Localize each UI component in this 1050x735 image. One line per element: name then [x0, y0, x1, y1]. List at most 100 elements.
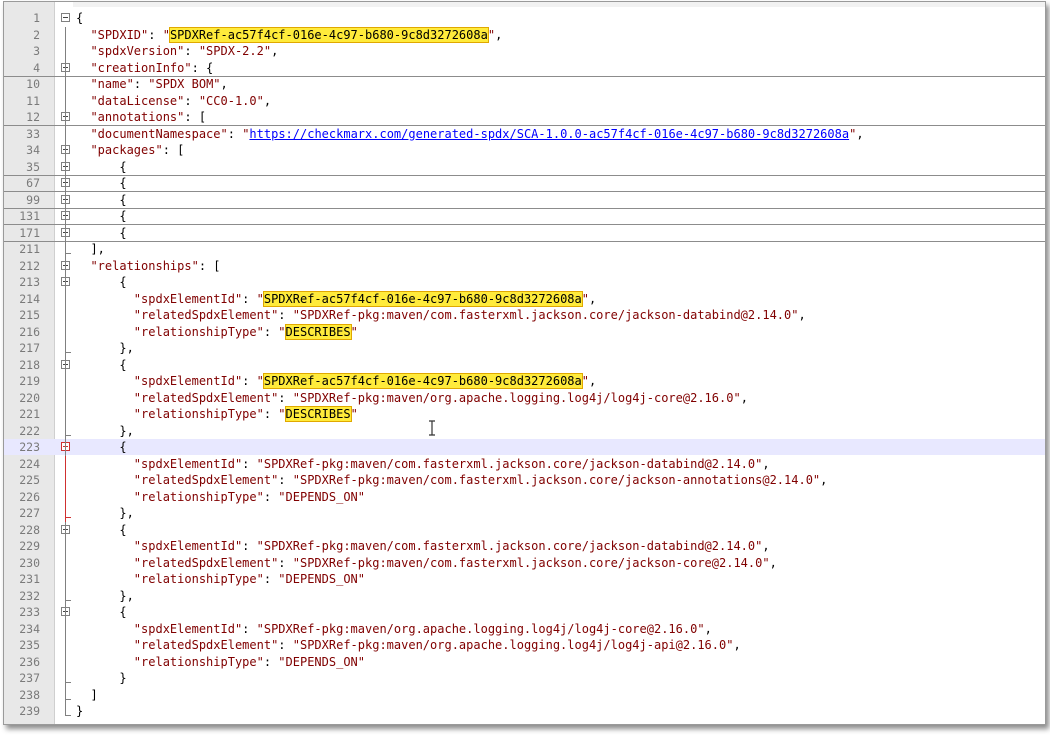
code-line[interactable]: 35 { — [4, 159, 1045, 176]
code-token: } — [76, 671, 127, 685]
code-text: "spdxElementId": "SPDXRef-pkg:maven/com.… — [76, 456, 770, 472]
code-line[interactable]: 216 "relationshipType": "DESCRIBES" — [4, 323, 1045, 340]
line-number: 3 — [33, 44, 40, 58]
fold-guide-line — [65, 356, 66, 373]
fold-guide-line — [65, 158, 66, 175]
fold-guide-line — [65, 43, 66, 60]
code-token: { — [76, 275, 127, 289]
fold-guide-line — [65, 92, 66, 109]
code-line[interactable]: 219 "spdxElementId": "SPDXRef-ac57f4cf-0… — [4, 373, 1045, 389]
line-number: 216 — [19, 324, 40, 339]
code-line[interactable]: 33 "documentNamespace": "https://checkma… — [4, 126, 1045, 142]
code-line[interactable]: 220 "relatedSpdxElement": "SPDXRef-pkg:m… — [4, 390, 1045, 406]
code-line[interactable]: 218 { — [4, 357, 1045, 373]
code-text: }, — [76, 505, 133, 521]
code-line[interactable]: 228 { — [4, 522, 1045, 538]
code-token: : — [278, 473, 293, 487]
search-highlight: SPDXRef-ac57f4cf-016e-4c97-b680-9c8d3272… — [262, 373, 583, 389]
code-line[interactable]: 226 "relationshipType": "DEPENDS_ON" — [4, 489, 1045, 505]
code-token: " — [581, 374, 589, 388]
line-number: 234 — [19, 621, 40, 636]
fold-guide-line — [65, 109, 66, 126]
code-token: : [ — [184, 110, 207, 124]
code-token: , — [588, 374, 597, 388]
code-line[interactable]: 12 "annotations": [ — [4, 109, 1045, 126]
code-line[interactable]: 131 { — [4, 208, 1045, 225]
url-link[interactable]: https://checkmarx.com/generated-spdx/SCA… — [249, 127, 849, 141]
code-line[interactable]: 235 "relatedSpdxElement": "SPDXRef-pkg:m… — [4, 637, 1045, 653]
code-line[interactable]: 222 }, — [4, 423, 1045, 439]
code-text: "spdxElementId": "SPDXRef-pkg:maven/com.… — [76, 538, 770, 554]
code-line[interactable]: 1{ — [4, 10, 1045, 26]
code-text: "relationshipType": "DESCRIBES" — [76, 406, 358, 422]
code-line[interactable]: 211 ], — [4, 241, 1045, 257]
code-text: "relatedSpdxElement": "SPDXRef-pkg:maven… — [76, 637, 741, 653]
code-line[interactable]: 3 "spdxVersion": "SPDX-2.2", — [4, 43, 1045, 59]
code-line[interactable]: 234 "spdxElementId": "SPDXRef-pkg:maven/… — [4, 621, 1045, 637]
code-line[interactable]: 10 "name": "SPDX BOM", — [4, 76, 1045, 92]
code-line[interactable]: 4 "creationInfo": { — [4, 60, 1045, 77]
code-line[interactable]: 214 "spdxElementId": "SPDXRef-ac57f4cf-0… — [4, 290, 1045, 307]
code-token: : — [148, 27, 163, 42]
code-line[interactable]: 67 { — [4, 175, 1045, 192]
code-token: "relationshipType" — [133, 324, 264, 339]
code-line[interactable]: 2 "SPDXID": "SPDXRef-ac57f4cf-016e-4c97-… — [4, 26, 1045, 43]
fold-collapse-icon[interactable] — [61, 13, 70, 22]
line-number: 11 — [26, 93, 40, 108]
toolbar-edge — [4, 2, 1045, 7]
code-line[interactable]: 215 "relatedSpdxElement": "SPDXRef-pkg:m… — [4, 307, 1045, 323]
code-line[interactable]: 238 ] — [4, 687, 1045, 703]
line-number: 131 — [19, 209, 40, 223]
fold-guide-line — [65, 422, 66, 439]
code-token: { — [76, 176, 127, 190]
code-token: "relationshipType" — [133, 407, 264, 421]
code-token: "dataLicense" — [90, 93, 185, 108]
code-line[interactable]: 230 "relatedSpdxElement": "SPDXRef-pkg:m… — [4, 555, 1045, 571]
code-line[interactable]: 237 } — [4, 670, 1045, 686]
code-line[interactable]: 221 "relationshipType": "DESCRIBES" — [4, 406, 1045, 422]
fold-guide-line — [65, 554, 66, 571]
fold-guide-line — [65, 191, 66, 208]
line-number: 231 — [19, 572, 40, 586]
code-line[interactable]: 236 "relationshipType": "DEPENDS_ON" — [4, 654, 1045, 670]
code-token: "relationshipType" — [133, 572, 264, 586]
code-line[interactable]: 99 { — [4, 192, 1045, 209]
code-line[interactable]: 11 "dataLicense": "CC0-1.0", — [4, 93, 1045, 109]
code-line[interactable]: 225 "relatedSpdxElement": "SPDXRef-pkg:m… — [4, 472, 1045, 488]
code-token: , — [769, 555, 777, 570]
code-token: "CC0-1.0" — [198, 93, 264, 108]
line-number: 171 — [19, 225, 40, 240]
code-line[interactable]: 212 "relationships": [ — [4, 258, 1045, 274]
code-line[interactable]: 232 }, — [4, 588, 1045, 604]
code-line[interactable]: 233 { — [4, 604, 1045, 620]
code-text: "relationshipType": "DEPENDS_ON" — [76, 654, 365, 670]
line-number: 34 — [26, 143, 40, 157]
code-line[interactable]: 227 }, — [4, 505, 1045, 521]
code-text: } — [76, 670, 127, 686]
code-token: " — [278, 324, 286, 339]
code-text: "documentNamespace": "https://checkmarx.… — [76, 126, 864, 142]
line-number: 1 — [33, 11, 40, 25]
code-token: , — [856, 126, 864, 141]
fold-guide-line — [65, 389, 66, 406]
code-line[interactable]: 34 "packages": [ — [4, 142, 1045, 158]
code-line[interactable]: 224 "spdxElementId": "SPDXRef-pkg:maven/… — [4, 456, 1045, 472]
code-line[interactable]: 231 "relationshipType": "DEPENDS_ON" — [4, 571, 1045, 587]
code-line[interactable]: 223 { — [4, 439, 1045, 455]
code-line[interactable]: 213 { — [4, 274, 1045, 290]
code-line[interactable]: 229 "spdxElementId": "SPDXRef-pkg:maven/… — [4, 538, 1045, 554]
code-line[interactable]: 217 }, — [4, 340, 1045, 356]
code-line[interactable]: 239} — [4, 703, 1045, 719]
line-number: 233 — [19, 605, 40, 619]
code-text: }, — [76, 340, 133, 356]
code-line[interactable]: 171 { — [4, 225, 1045, 242]
fold-guide-line — [65, 620, 66, 637]
